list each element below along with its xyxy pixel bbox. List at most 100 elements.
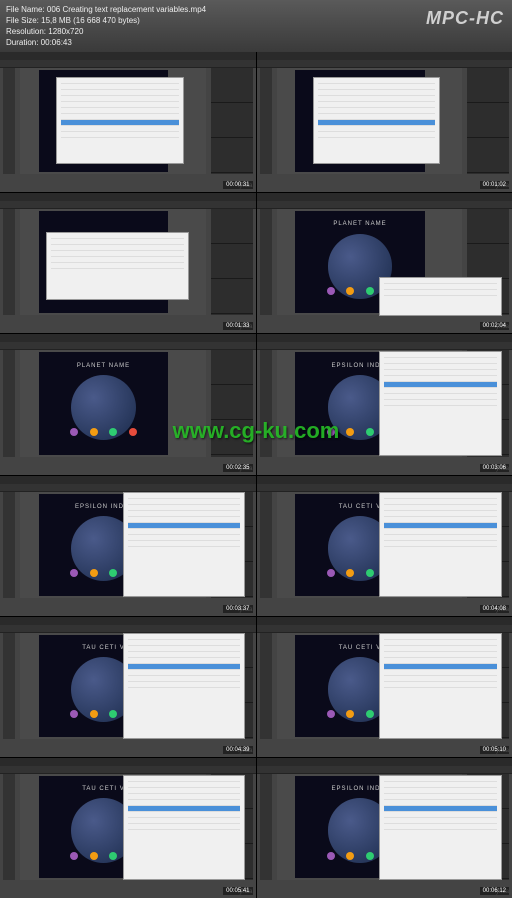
ps-menubar	[0, 52, 256, 60]
timestamp: 00:02:04	[480, 322, 509, 330]
photoshop-frame: lynda	[0, 193, 256, 333]
photoshop-frame: TAU CETI Vlynda	[0, 617, 256, 757]
timestamp: 00:04:39	[223, 746, 252, 754]
thumbnail-8[interactable]: TAU CETI Vlynda00:04:08	[257, 476, 512, 616]
timestamp: 00:03:37	[223, 605, 252, 613]
ps-tabbar	[0, 625, 256, 633]
ps-right-panels	[211, 350, 253, 456]
ps-tools-panel	[3, 350, 15, 456]
ps-menubar	[257, 52, 512, 60]
timestamp: 00:01:02	[480, 181, 509, 189]
ps-tools-panel	[3, 209, 15, 315]
ps-menubar	[257, 334, 512, 342]
dialog-window	[123, 492, 246, 597]
resolution-line: Resolution: 1280x720	[6, 26, 206, 37]
ps-tools-panel	[260, 209, 272, 315]
thumbnail-7[interactable]: EPSILON INDI Ilynda00:03:37	[0, 476, 256, 616]
ps-tools-panel	[260, 350, 272, 456]
thumbnail-5[interactable]: PLANET NAMElynda00:02:35	[0, 334, 256, 474]
ps-menubar	[257, 476, 512, 484]
ps-tabbar	[257, 342, 512, 350]
photoshop-frame: PLANET NAMElynda	[0, 334, 256, 474]
timestamp: 00:02:35	[223, 464, 252, 472]
thumbnail-2[interactable]: lynda00:01:02	[257, 52, 512, 192]
ps-right-panels	[211, 68, 253, 174]
ps-right-panels	[211, 209, 253, 315]
dialog-window	[123, 775, 246, 880]
photoshop-frame: TAU CETI Vlynda	[257, 476, 512, 616]
ps-tabbar	[257, 484, 512, 492]
mpc-logo: MPC-HC	[426, 8, 504, 29]
photoshop-frame: EPSILON INDI Ilynda	[257, 334, 512, 474]
photoshop-frame: EPSILON INDI Ilynda	[0, 476, 256, 616]
photoshop-frame: TAU CETI Vlynda	[257, 617, 512, 757]
ps-tabbar	[0, 201, 256, 209]
timestamp: 00:01:33	[223, 322, 252, 330]
ps-tools-panel	[3, 68, 15, 174]
planet-title: PLANET NAME	[52, 363, 156, 369]
ps-tools-panel	[3, 633, 15, 739]
ps-tools-panel	[260, 774, 272, 880]
photoshop-frame: lynda	[257, 52, 512, 192]
file-name-line: File Name: 006 Creating text replacement…	[6, 4, 206, 15]
ps-tabbar	[0, 766, 256, 774]
ps-menubar	[0, 476, 256, 484]
file-info: File Name: 006 Creating text replacement…	[6, 4, 206, 48]
ps-tabbar	[0, 342, 256, 350]
thumbnail-4[interactable]: PLANET NAMElynda00:02:04	[257, 193, 512, 333]
dialog-window	[379, 277, 502, 316]
planet-title: PLANET NAME	[308, 221, 412, 227]
ps-menubar	[0, 193, 256, 201]
timestamp: 00:06:12	[480, 887, 509, 895]
ps-menubar	[257, 758, 512, 766]
ps-tools-panel	[3, 774, 15, 880]
ps-tools-panel	[260, 633, 272, 739]
thumbnail-10[interactable]: TAU CETI Vlynda00:05:10	[257, 617, 512, 757]
thumbnail-12[interactable]: EPSILON INDI Ilynda00:06:12	[257, 758, 512, 898]
timestamp: 00:04:08	[480, 605, 509, 613]
ps-tabbar	[257, 201, 512, 209]
ps-tools-panel	[260, 492, 272, 598]
photoshop-frame: lynda	[0, 52, 256, 192]
duration-line: Duration: 00:06:43	[6, 37, 206, 48]
timestamp: 00:00:31	[223, 181, 252, 189]
ps-tabbar	[0, 484, 256, 492]
dialog-window	[379, 633, 502, 738]
header-bar: File Name: 006 Creating text replacement…	[0, 0, 512, 52]
timestamp: 00:05:10	[480, 746, 509, 754]
ps-tools-panel	[260, 68, 272, 174]
thumbnail-3[interactable]: lynda00:01:33	[0, 193, 256, 333]
ps-tabbar	[0, 60, 256, 68]
dialog-window	[379, 492, 502, 597]
ps-menubar	[257, 617, 512, 625]
file-size-line: File Size: 15,8 MB (16 668 470 bytes)	[6, 15, 206, 26]
thumbnail-1[interactable]: lynda00:00:31	[0, 52, 256, 192]
photoshop-frame: EPSILON INDI Ilynda	[257, 758, 512, 898]
dialog-window	[379, 351, 502, 456]
timestamp: 00:03:06	[480, 464, 509, 472]
ps-tabbar	[257, 766, 512, 774]
thumbnail-11[interactable]: TAU CETI Vlynda00:05:41	[0, 758, 256, 898]
thumbnail-9[interactable]: TAU CETI Vlynda00:04:39	[0, 617, 256, 757]
ps-menubar	[0, 617, 256, 625]
dialog-window	[123, 633, 246, 738]
ps-menubar	[0, 758, 256, 766]
dialog-window	[379, 775, 502, 880]
ps-tabbar	[257, 625, 512, 633]
photoshop-frame: PLANET NAMElynda	[257, 193, 512, 333]
color-dots	[65, 428, 143, 436]
document: PLANET NAME	[39, 352, 169, 454]
dialog-window	[56, 77, 184, 164]
timestamp: 00:05:41	[223, 887, 252, 895]
dialog-window	[313, 77, 441, 164]
photoshop-frame: TAU CETI Vlynda	[0, 758, 256, 898]
ps-tabbar	[257, 60, 512, 68]
ps-tools-panel	[3, 492, 15, 598]
ps-right-panels	[467, 68, 509, 174]
ps-canvas: PLANET NAME	[20, 350, 206, 456]
ps-menubar	[257, 193, 512, 201]
ps-menubar	[0, 334, 256, 342]
thumbnail-6[interactable]: EPSILON INDI Ilynda00:03:06	[257, 334, 512, 474]
dialog-window	[46, 232, 189, 299]
thumbnail-grid: lynda00:00:31lynda00:01:02lynda00:01:33P…	[0, 52, 512, 898]
